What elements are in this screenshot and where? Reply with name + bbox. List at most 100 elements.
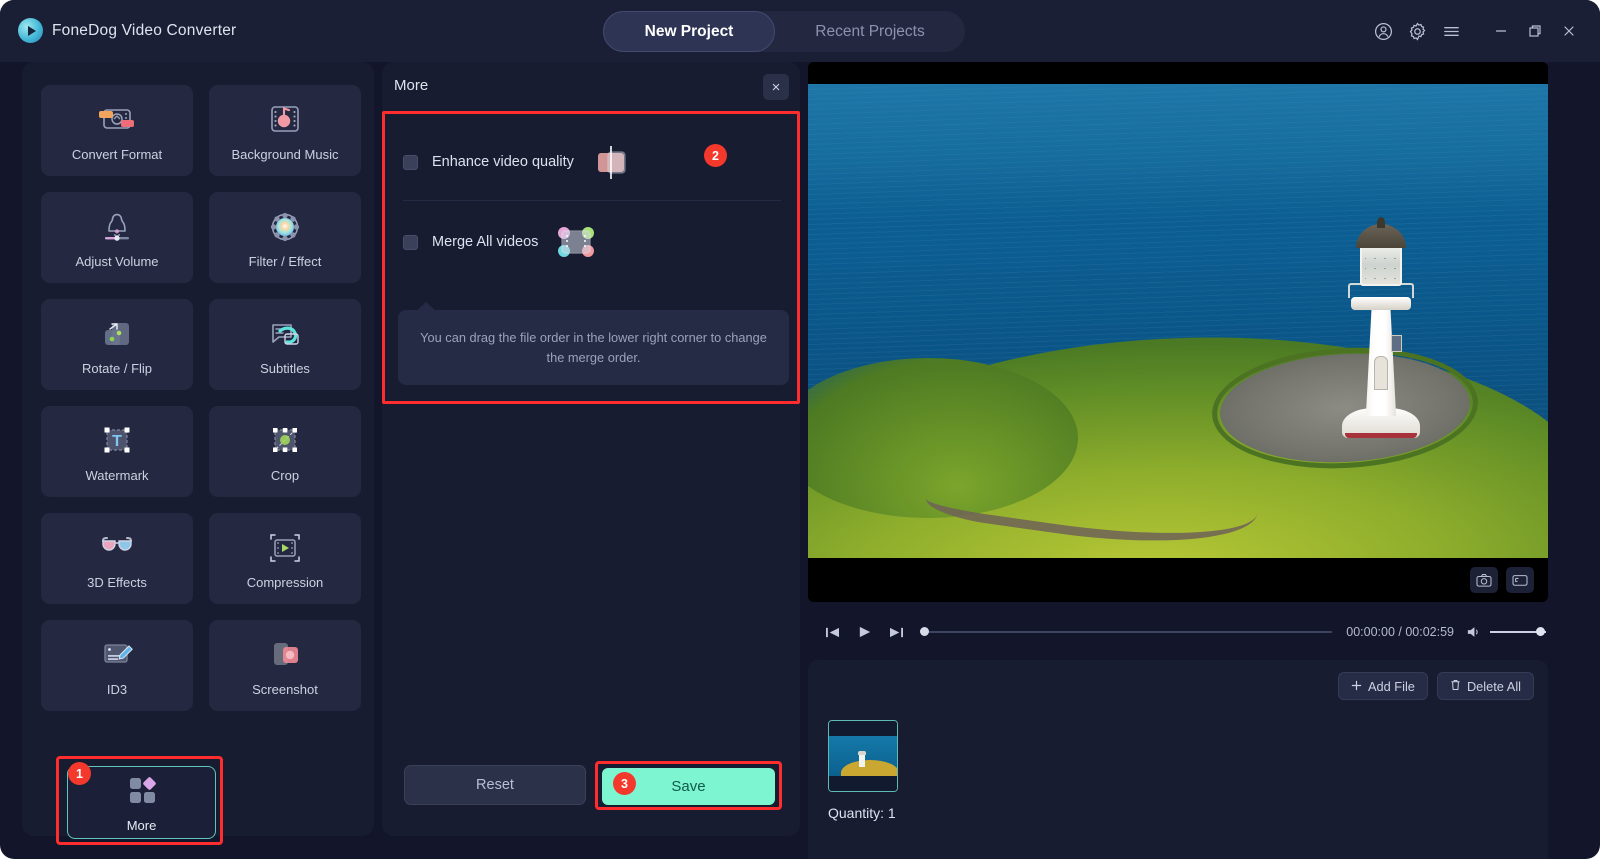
- lighthouse-window: [1391, 335, 1402, 352]
- option-enhance-video-quality[interactable]: Enhance video quality: [403, 124, 785, 200]
- file-action-buttons: Add File Delete All: [1337, 672, 1534, 700]
- sidebar-item-label: More: [126, 817, 157, 833]
- lighthouse: [1338, 217, 1424, 438]
- background-music-icon: [267, 100, 303, 140]
- sidebar-item-watermark[interactable]: T Watermark: [41, 406, 193, 497]
- letterbox-bottom: [808, 558, 1548, 602]
- screenshot-icon: [266, 635, 304, 675]
- play-circle-logo: [18, 18, 43, 43]
- thumbnail-lighthouse: [859, 754, 865, 767]
- more-panel-header: More ×: [382, 62, 800, 112]
- project-tabs: New Project Recent Projects: [603, 11, 965, 52]
- sidebar-item-3d-effects[interactable]: 3D Effects: [41, 513, 193, 604]
- minimize-icon[interactable]: [1486, 16, 1516, 46]
- more-settings-panel: More × Enhance video quality Merge All v: [382, 62, 800, 836]
- tools-grid: Convert Format Background Music Adjust V…: [41, 85, 361, 711]
- maximize-icon[interactable]: [1520, 16, 1550, 46]
- thumbnail-letterbox-bottom: [829, 776, 897, 791]
- video-frame: [808, 84, 1548, 558]
- thumbnail-land: [841, 760, 897, 776]
- sidebar-item-convert-format[interactable]: Convert Format: [41, 85, 193, 176]
- annotation-badge-1: 1: [68, 762, 91, 785]
- delete-all-button[interactable]: Delete All: [1436, 672, 1534, 700]
- sidebar-item-label: 3D Effects: [87, 574, 147, 590]
- menu-hamburger-icon[interactable]: [1436, 16, 1466, 46]
- rotate-flip-icon: [99, 314, 135, 354]
- add-file-button[interactable]: Add File: [1337, 672, 1428, 700]
- thumbnail-lighthouse-top: [858, 751, 866, 755]
- option-label: Enhance video quality: [432, 154, 574, 170]
- sidebar-item-label: Adjust Volume: [75, 253, 159, 269]
- ocean-highlight: [808, 84, 1548, 214]
- next-button[interactable]: [884, 620, 908, 644]
- volume-slider[interactable]: [1490, 625, 1546, 639]
- title-bar: FoneDog Video Converter New Project Rece…: [0, 0, 1600, 62]
- tab-recent-projects[interactable]: Recent Projects: [775, 11, 965, 52]
- timecode-display: 00:00:00 / 00:02:59: [1346, 625, 1454, 639]
- lighthouse-gallery: [1351, 297, 1411, 310]
- window-controls: [1364, 0, 1584, 62]
- filter-effect-icon: [267, 207, 303, 247]
- id3-icon: [98, 635, 136, 675]
- sidebar-item-label: Rotate / Flip: [81, 360, 153, 376]
- video-player[interactable]: [808, 62, 1548, 602]
- merge-all-videos-checkbox[interactable]: [403, 234, 418, 250]
- enhance-video-quality-checkbox[interactable]: [403, 154, 418, 170]
- account-icon[interactable]: [1368, 16, 1398, 46]
- sidebar-item-background-music[interactable]: Background Music: [209, 85, 361, 176]
- sidebar-item-id3[interactable]: ID3: [41, 620, 193, 711]
- progress-handle[interactable]: [920, 627, 929, 636]
- settings-gear-icon[interactable]: [1402, 16, 1432, 46]
- tab-new-project[interactable]: New Project: [603, 11, 775, 52]
- panel-title: More: [394, 77, 429, 94]
- sidebar-item-rotate-flip[interactable]: Rotate / Flip: [41, 299, 193, 390]
- sidebar-item-screenshot[interactable]: Screenshot: [209, 620, 361, 711]
- annotation-badge-3: 3: [613, 772, 636, 795]
- close-icon[interactable]: ×: [763, 74, 789, 100]
- sidebar-item-adjust-volume[interactable]: Adjust Volume: [41, 192, 193, 283]
- option-label: Merge All videos: [432, 234, 539, 250]
- reset-button[interactable]: Reset: [404, 765, 586, 805]
- compression-icon: [266, 528, 304, 568]
- options-annotation: Enhance video quality Merge All videos Y…: [382, 111, 800, 404]
- snapshot-camera-icon[interactable]: [1470, 567, 1498, 593]
- quantity-label: Quantity: 1: [828, 805, 896, 821]
- sidebar-item-subtitles[interactable]: Subtitles: [209, 299, 361, 390]
- sidebar-item-label: Watermark: [85, 467, 149, 483]
- gif-capture-icon[interactable]: [1506, 567, 1534, 593]
- adjust-volume-icon: [97, 207, 137, 247]
- thumbnail-letterbox-top: [829, 721, 897, 736]
- preview-overlay-buttons: [1470, 567, 1534, 593]
- sidebar-item-compression[interactable]: Compression: [209, 513, 361, 604]
- video-thumbnail-lighthouse[interactable]: [828, 720, 898, 792]
- sidebar-item-label: Screenshot: [252, 681, 318, 697]
- close-window-icon[interactable]: [1554, 16, 1584, 46]
- plus-icon: [1351, 679, 1362, 694]
- option-merge-all-videos[interactable]: Merge All videos: [403, 204, 785, 280]
- previous-button[interactable]: [820, 620, 844, 644]
- letterbox-top: [808, 62, 1548, 84]
- annotation-badge-2: 2: [704, 144, 727, 167]
- sidebar-item-label: Filter / Effect: [248, 253, 322, 269]
- add-file-label: Add File: [1367, 678, 1415, 694]
- playback-progress-slider[interactable]: [920, 624, 1333, 640]
- file-list-panel: Add File Delete All Quantity: 1: [808, 660, 1548, 859]
- sidebar-item-crop[interactable]: Crop: [209, 406, 361, 497]
- volume-handle[interactable]: [1536, 627, 1545, 636]
- subtitles-icon: [266, 314, 304, 354]
- sidebar-item-label: Convert Format: [71, 146, 163, 162]
- sidebar-item-filter-effect[interactable]: Filter / Effect: [209, 192, 361, 283]
- play-button[interactable]: [852, 620, 876, 644]
- convert-format-icon: [95, 100, 139, 140]
- watermark-icon: T: [99, 421, 135, 461]
- merge-order-tooltip: You can drag the file order in the lower…: [398, 310, 789, 385]
- enhance-quality-icon: [590, 142, 632, 182]
- sidebar-item-label: Crop: [270, 467, 300, 483]
- tools-sidebar: Convert Format Background Music Adjust V…: [22, 62, 374, 845]
- volume-speaker-icon[interactable]: [1466, 625, 1481, 639]
- svg-text:T: T: [112, 433, 122, 450]
- crop-icon: [267, 421, 303, 461]
- app-title: FoneDog Video Converter: [52, 21, 237, 39]
- merge-videos-icon: [554, 224, 598, 260]
- lighthouse-door: [1374, 356, 1388, 390]
